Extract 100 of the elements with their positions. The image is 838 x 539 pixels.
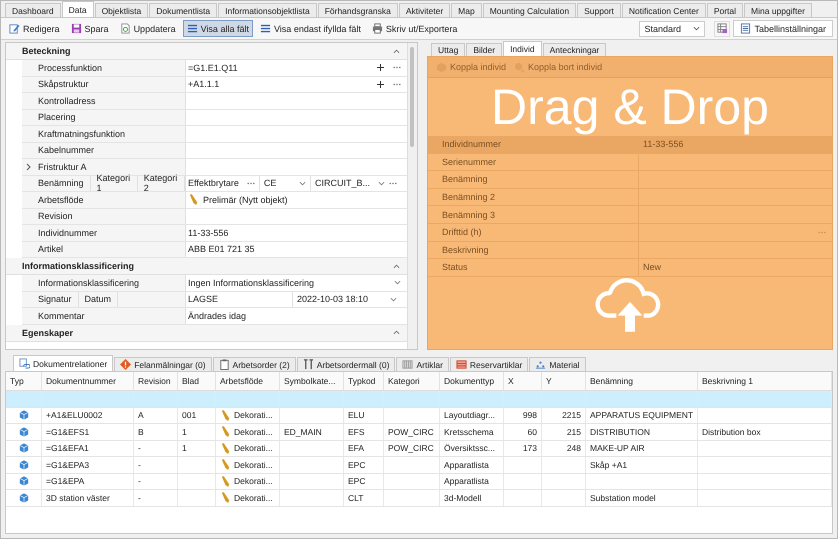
column-header[interactable]: Revision: [134, 372, 178, 390]
table-settings-button[interactable]: Tabellinställningar: [733, 20, 833, 37]
table-cell: EPC: [348, 460, 366, 470]
panel-tab[interactable]: Individ: [503, 41, 542, 56]
table-cell: POW_CIRC: [388, 443, 434, 454]
column-header[interactable]: Typkod: [344, 372, 384, 390]
chevron-down-icon: [394, 280, 401, 286]
section-header[interactable]: Informationsklassificering: [6, 258, 407, 275]
field-label: Revision: [38, 211, 73, 222]
page-tab[interactable]: Data: [62, 1, 94, 17]
page-tab[interactable]: Objektlista: [94, 3, 148, 17]
page-tab[interactable]: Dashboard: [5, 3, 61, 17]
column-header[interactable]: Typ: [6, 372, 42, 390]
column-header[interactable]: Arbetsflöde: [216, 372, 280, 390]
page-tab[interactable]: Mina uppgifter: [744, 3, 812, 17]
field-value[interactable]: CE: [264, 176, 311, 191]
more-icon: [389, 182, 397, 185]
panel-tab[interactable]: Material: [529, 357, 586, 371]
column-header[interactable]: Beskrivning 1: [698, 372, 832, 390]
more-icon[interactable]: [393, 82, 401, 86]
table-cell: 2215: [562, 410, 581, 420]
column-header[interactable]: X: [504, 372, 542, 390]
pencil-icon: [220, 476, 231, 487]
column-header[interactable]: Y: [542, 372, 586, 390]
toolbar-button[interactable]: Spara: [66, 20, 113, 37]
column-header[interactable]: Kategori: [384, 372, 440, 390]
field-value[interactable]: Effektbrytare: [188, 176, 260, 191]
field-label: Beskrivning: [428, 242, 639, 258]
scrollbar[interactable]: [407, 43, 417, 349]
table-cell: -: [138, 460, 141, 470]
field-value[interactable]: LAGSE: [188, 292, 293, 307]
dots-triangle-icon: [535, 359, 546, 370]
cube-icon: [18, 426, 28, 437]
panel-tab[interactable]: Artiklar: [396, 357, 449, 371]
drop-zone-title: Drag & Drop: [491, 79, 769, 135]
page-tab[interactable]: Aktiviteter: [398, 3, 450, 17]
panel-tab[interactable]: Dokumentrelationer: [13, 355, 114, 371]
toolbar-button[interactable]: Redigera: [5, 20, 64, 37]
pencil-icon: [220, 410, 231, 421]
field-value[interactable]: Ändrades idag: [186, 308, 407, 324]
pencil-icon: [188, 194, 199, 206]
field-value[interactable]: ABB E01 721 35: [186, 242, 407, 257]
panel-tab[interactable]: Felanmälningar (0): [114, 357, 212, 371]
field-value[interactable]: Ingen Informationsklassificering: [186, 275, 407, 290]
column-header[interactable]: Benämning: [586, 372, 698, 390]
field-value[interactable]: =G1.E1.Q11: [186, 60, 407, 76]
field-value[interactable]: +A1.1.1: [186, 76, 407, 92]
page-tab[interactable]: Map: [451, 3, 482, 17]
chevron-up-icon: [393, 264, 400, 268]
chevron-right-icon[interactable]: [26, 162, 31, 171]
add-icon[interactable]: [377, 80, 384, 88]
table-cell: 1: [182, 426, 187, 437]
page-tab[interactable]: Notification Center: [622, 3, 706, 17]
toolbar-button[interactable]: Uppdatera: [116, 20, 180, 37]
page-tab[interactable]: Mounting Calculation: [482, 3, 576, 17]
more-icon[interactable]: [393, 66, 401, 70]
field-value: New: [643, 262, 662, 272]
panel-tab[interactable]: Uttag: [431, 43, 466, 56]
table-cell: 3D station väster: [46, 492, 110, 503]
section-header[interactable]: Beteckning: [6, 43, 407, 60]
page-tab[interactable]: Support: [577, 3, 621, 17]
toolbar-button[interactable]: Skriv ut/Exportera: [368, 20, 462, 37]
section-header[interactable]: Egenskaper: [6, 324, 407, 342]
table-cell: Substation model: [590, 492, 656, 503]
save-icon: [70, 23, 82, 34]
table-cell: Kretsschema: [444, 426, 494, 437]
field-value: 11-33-556: [643, 139, 684, 150]
column-header[interactable]: Dokumenttyp: [440, 372, 504, 390]
table-export-button[interactable]: [714, 20, 730, 36]
page-tab[interactable]: Förhandsgranska: [318, 3, 398, 17]
table-cell: Översiktssc...: [444, 443, 496, 454]
column-header[interactable]: Dokumentnummer: [42, 372, 134, 390]
table-cell: -: [138, 492, 141, 503]
field-value[interactable]: 11-33-556: [186, 225, 407, 240]
panel-tab[interactable]: Arbetsorder (2): [212, 357, 296, 371]
column-header[interactable]: Symbolkate...: [280, 372, 344, 390]
panel-tab[interactable]: Anteckningar: [542, 43, 606, 56]
page-tab[interactable]: Portal: [706, 3, 744, 17]
panel-tab[interactable]: Bilder: [466, 43, 502, 56]
table-cell: CLT: [348, 492, 364, 503]
field-value[interactable]: CIRCUIT_B...: [314, 176, 401, 191]
table-cell: Skåp +A1: [590, 460, 628, 470]
chevron-down-icon: [693, 26, 700, 31]
panel-tab[interactable]: Arbetsordermall (0): [296, 357, 396, 371]
field-label: Kraftmatningsfunktion: [38, 128, 126, 139]
add-icon[interactable]: [377, 64, 384, 72]
table-cell: 248: [566, 443, 581, 454]
column-header[interactable]: Blad: [178, 372, 216, 390]
page-tab[interactable]: Dokumentlista: [149, 3, 218, 17]
toolbar-button[interactable]: Visa alla fält: [182, 20, 253, 37]
view-dropdown[interactable]: Standard: [639, 20, 706, 36]
field-value[interactable]: Prelimär (Nytt objekt): [186, 192, 407, 208]
panel-tab[interactable]: Reservartiklar: [450, 357, 528, 371]
toolbar-button[interactable]: Visa endast ifyllda fält: [256, 20, 365, 37]
refresh-icon: [120, 23, 131, 34]
field-value[interactable]: 2022-10-03 18:10: [297, 292, 401, 307]
table-cell: ELU: [348, 410, 365, 420]
cube-icon: [18, 460, 28, 470]
pencil-icon: [220, 492, 231, 504]
page-tab[interactable]: Informationsobjektlista: [218, 3, 317, 17]
